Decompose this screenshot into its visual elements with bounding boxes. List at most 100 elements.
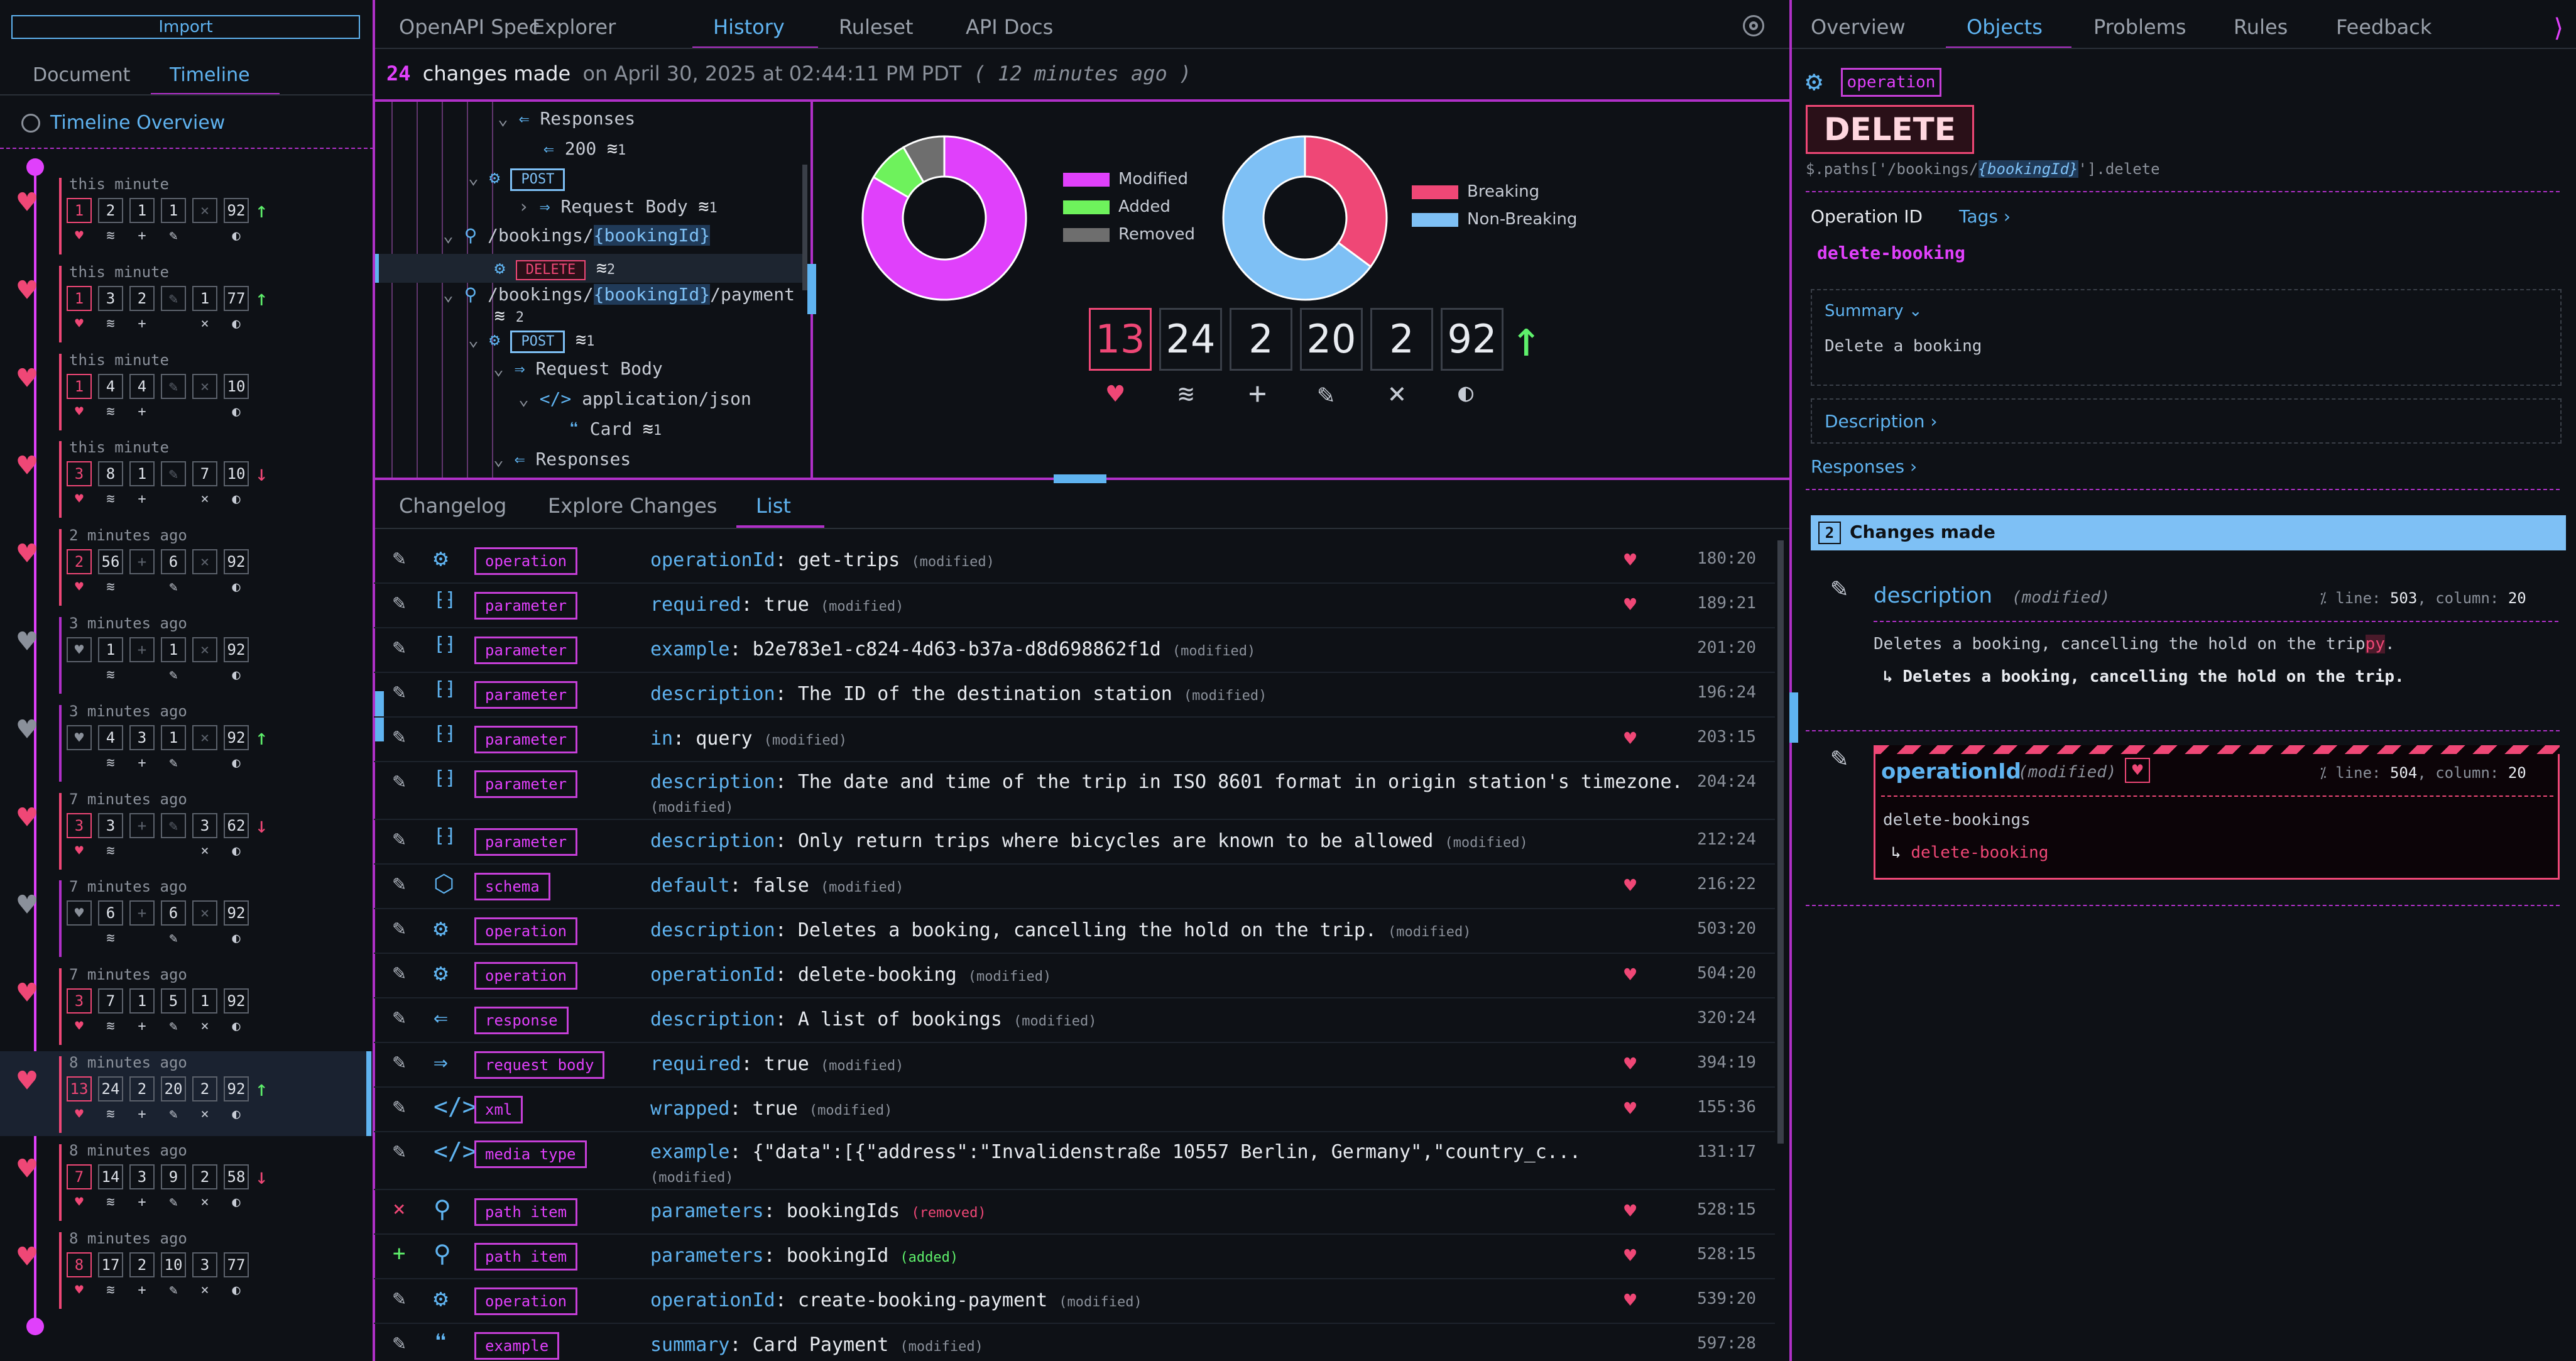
list-row[interactable]: ✎ ⇐ response description: A list of booking…: [374, 998, 1775, 1043]
tab-api-docs[interactable]: API Docs: [966, 15, 1053, 39]
timeline-item[interactable]: ♥ 3 minutes ago ♥ 4 3 1 × 92 ↑ ≋ + ✎ ◐: [0, 700, 374, 785]
pencil-icon: ✎: [393, 916, 406, 941]
tab-list[interactable]: List: [756, 494, 791, 518]
timeline-item[interactable]: ♥ this minute 3 8 1 ✎ 7 10 ↓ ♥ ≋ + × ◐: [0, 436, 374, 521]
timeline-item[interactable]: ♥ 8 minutes ago 7 14 3 9 2 58 ↓ ♥ ≋ + ✎ × ◐: [0, 1139, 374, 1224]
panels-divider-handle[interactable]: [1054, 474, 1106, 483]
change1-key: description: [1874, 583, 1993, 608]
timeline-icons: ♥ ≋ + ✎ × ◐: [67, 1019, 255, 1034]
timeline-count: 92: [224, 549, 249, 575]
tree-post-2[interactable]: ⌄ ⚙ POST ≋1: [468, 329, 594, 353]
tab-overview[interactable]: Overview: [1811, 15, 1906, 39]
responses-toggle[interactable]: Responses ›: [1811, 456, 1917, 477]
timeline-item[interactable]: ♥ 7 minutes ago 3 3 + ✎ 3 62 ↓ ♥ ≋ × ◐: [0, 788, 374, 873]
timeline-item[interactable]: ♥ 2 minutes ago 2 56 +6 × 92 ♥ ≋ ✎ ◐: [0, 524, 374, 609]
tree-responses-1[interactable]: ⌄ ⇐ Responses: [498, 108, 635, 129]
tree-request-body-2[interactable]: ⌄ ⇒ Request Body: [493, 358, 663, 379]
broken-heart-icon: ♥: [18, 975, 37, 1012]
list-row[interactable]: ✎ ⁅⁆ parameter required: true (modified) ♥ 18…: [374, 584, 1775, 628]
tab-explore-changes[interactable]: Explore Changes: [548, 494, 717, 518]
change2-new: ↳ delete-booking: [1891, 843, 2049, 862]
list-row[interactable]: ✎ </> media type example: {"data":[{"addres…: [374, 1132, 1775, 1190]
timeline-icons: ♥ ≋ + ✎ ◐: [67, 228, 255, 244]
tab-rules[interactable]: Rules: [2234, 15, 2288, 39]
layers-icon: ≋: [1178, 378, 1194, 409]
list-scrollbar[interactable]: [1777, 540, 1784, 1144]
tab-ruleset[interactable]: Ruleset: [839, 15, 914, 39]
tree-responses-2[interactable]: ⌄ ⇐ Responses: [493, 449, 631, 469]
timeline-count: ✎: [161, 285, 186, 311]
broken-heart-icon: ♥: [75, 579, 84, 596]
tab-timeline[interactable]: Timeline: [170, 64, 250, 86]
pill-icon: ◐: [232, 1019, 241, 1035]
timeline-counts: 2 56 +6 × 92: [67, 549, 255, 575]
example-icon: ❝: [434, 1329, 448, 1357]
clock-icon: [21, 114, 40, 133]
tab-explorer[interactable]: Explorer: [532, 15, 616, 39]
list-row[interactable]: ✎ ⇒ request body required: true (modified) ♥…: [374, 1043, 1775, 1088]
tree-delete[interactable]: ⚙ DELETE ≋2: [494, 258, 615, 280]
operation-id-label[interactable]: Operation ID: [1811, 206, 1923, 227]
tree-scrollbar[interactable]: [802, 165, 807, 290]
list-row[interactable]: ✎ ⚙ operation operationId: create-booking-p…: [374, 1279, 1775, 1324]
tree-request-body[interactable]: › ⇒ Request Body ≋1: [518, 196, 718, 217]
timeline-item[interactable]: ♥ 7 minutes ago ♥ 6 +6 × 92 ≋ ✎ ◐: [0, 875, 374, 960]
list-row-tag: response: [474, 1007, 569, 1034]
list-row-location: 320:24: [1697, 1008, 1756, 1027]
description-toggle[interactable]: Description ›: [1825, 411, 1938, 432]
tab-document[interactable]: Document: [33, 64, 130, 86]
list-row[interactable]: + ⚲ path item parameters: bookingId (added)…: [374, 1235, 1775, 1279]
list-row-text: parameters: bookingIds (removed): [650, 1200, 986, 1222]
pill-icon: ◐: [232, 228, 241, 244]
list-row[interactable]: ✎ </> xml wrapped: true (modified) ♥ 155:36: [374, 1088, 1775, 1132]
tab-changelog[interactable]: Changelog: [399, 494, 506, 518]
cross-icon: ×: [393, 1196, 406, 1222]
timeline-count: 2: [129, 1252, 155, 1277]
list-row[interactable]: ✎ ⚙ operation operationId: get-trips (modif…: [374, 539, 1775, 584]
list-row[interactable]: ✎ ⚙ operation operationId: delete-booking (…: [374, 954, 1775, 998]
timeline-item[interactable]: ♥ this minute 1 4 4 ✎ × 10 ♥ ≋ + ◐: [0, 349, 374, 434]
gear-icon: ⚙: [434, 959, 448, 987]
tags-label[interactable]: Tags ›: [1959, 206, 2011, 227]
tab-problems[interactable]: Problems: [2093, 15, 2186, 39]
list-row[interactable]: ✎ ⁅⁆ parameter example: b2e783e1-c824-4d63-…: [374, 628, 1775, 673]
layers-icon: ≋: [106, 843, 115, 859]
timeline-item[interactable]: ♥ 7 minutes ago 3 7 1 5 1 92 ♥ ≋ + ✎ × ◐: [0, 963, 374, 1048]
list-row[interactable]: ✎ ⬡ schema default: false (modified) ♥ 216:22: [374, 865, 1775, 909]
tab-openapi-spec[interactable]: OpenAPI Spec: [399, 15, 540, 39]
timeline-item[interactable]: ♥ 8 minutes ago 8 17 2 10 3 77 ♥ ≋ + ✎ × ◐: [0, 1227, 374, 1312]
list-row[interactable]: ✎ ⁅⁆ parameter description: Only return tri…: [374, 820, 1775, 865]
tab-feedback[interactable]: Feedback: [2336, 15, 2431, 39]
summary-toggle[interactable]: Summary ⌄: [1825, 302, 1923, 320]
pencil-icon: ✎: [393, 871, 406, 896]
timeline-item[interactable]: ♥ 8 minutes ago 13 24 2 20 2 92 ↑ ♥ ≋ + ✎ × ◐: [0, 1051, 374, 1136]
cross-icon: ×: [200, 491, 209, 508]
import-button[interactable]: Import: [11, 15, 360, 39]
list-row-text: example: b2e783e1-c824-4d63-b37a-d8d6988…: [650, 638, 1256, 660]
list-row[interactable]: ✎ ⁅⁆ parameter in: query (modified) ♥ 203:15: [374, 718, 1775, 762]
list-row-location: 180:20: [1697, 549, 1756, 568]
parameter-icon: ⁅⁆: [434, 589, 457, 611]
tree-200[interactable]: ⇐ 200 ≋1: [543, 138, 626, 159]
list-row-text: example: {"data":[{"address":"Invalidens…: [650, 1141, 1581, 1163]
collapse-icon[interactable]: ⟩: [2551, 14, 2566, 43]
list-row[interactable]: ✎ ⁅⁆ parameter description: The date and ti…: [374, 762, 1775, 820]
list-row[interactable]: × ⚲ path item parameters: bookingIds (remov…: [374, 1190, 1775, 1235]
tree-path-booking[interactable]: ⌄ ⚲ /bookings/{bookingId}: [443, 225, 711, 246]
timeline-item[interactable]: ♥ this minute 1 2 1 1 × 92 ↑ ♥ ≋ + ✎ ◐: [0, 173, 374, 258]
tree-card[interactable]: ❝ Card ≋1: [569, 418, 662, 439]
tree-post[interactable]: ⌄ ⚙ POST: [468, 167, 565, 191]
list-row[interactable]: ✎ ⁅⁆ parameter description: The ID of the d…: [374, 673, 1775, 718]
list-row[interactable]: ✎ ❝ example summary: Card Payment (modified…: [374, 1324, 1775, 1361]
tree-path-payment[interactable]: ⌄ ⚲ /bookings/{bookingId}/payment: [443, 284, 795, 305]
layers-icon: ≋: [106, 931, 115, 947]
tab-history[interactable]: History: [713, 15, 785, 39]
tab-objects[interactable]: Objects: [1967, 15, 2043, 39]
list-row[interactable]: ✎ ⚙ operation description: Deletes a bookin…: [374, 909, 1775, 954]
timeline-item[interactable]: ♥ 3 minutes ago ♥ 1 +1 × 92 ≋ ✎ ◐: [0, 612, 374, 697]
timeline-item[interactable]: ♥ this minute 1 3 2 ✎ 1 77 ↑ ♥ ≋ + × ◐: [0, 261, 374, 346]
tree-app-json[interactable]: ⌄ </> application/json: [518, 388, 751, 409]
list-row-location: 394:19: [1697, 1053, 1756, 1072]
settings-icon[interactable]: [1743, 15, 1764, 36]
pencil-icon: ✎: [393, 1286, 406, 1311]
